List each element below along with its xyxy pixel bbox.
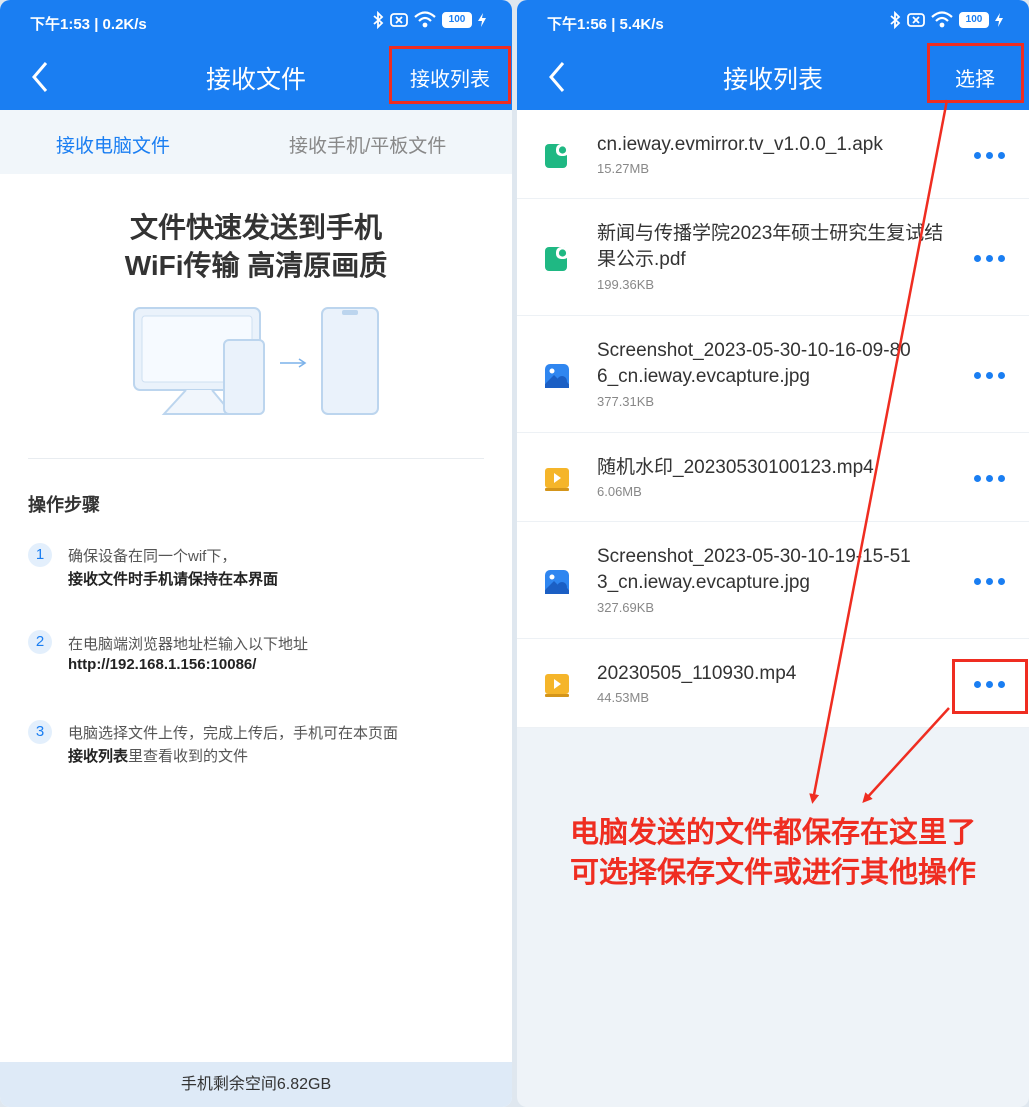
file-item[interactable]: Screenshot_2023-05-30-10-19-15-51 3_cn.ie…	[517, 522, 1029, 639]
file-item[interactable]: cn.ieway.evmirror.tv_v1.0.0_1.apk 15.27M…	[517, 110, 1029, 199]
status-icons: 100	[889, 11, 1003, 29]
file-size: 6.06MB	[597, 484, 642, 499]
nfc-icon	[907, 13, 925, 27]
file-list: cn.ieway.evmirror.tv_v1.0.0_1.apk 15.27M…	[517, 110, 1029, 728]
file-item[interactable]: 新闻与传播学院2023年硕士研究生复试结 果公示.pdf 199.36KB	[517, 199, 1029, 316]
highlight-box	[927, 43, 1024, 103]
step-number-3: 3	[28, 720, 52, 744]
image-file-icon	[545, 364, 569, 388]
step-3-suffix: 里查看收到的文件	[128, 748, 249, 765]
file-item[interactable]: 随机水印_20230530100123.mp4 6.06MB	[517, 433, 1029, 522]
server-address: http://192.168.1.156:10086/	[68, 656, 257, 673]
file-name: cn.ieway.evmirror.tv_v1.0.0_1.apk	[597, 134, 883, 155]
battery-icon: 100	[442, 12, 472, 28]
storage-footer: 手机剩余空间6.82GB	[0, 1062, 512, 1107]
tab-bar: 接收电脑文件 接收手机/平板文件	[0, 110, 512, 174]
status-icons: 100	[372, 11, 486, 29]
file-name: Screenshot_2023-05-30-10-19-15-51 3_cn.ie…	[597, 544, 972, 596]
tab-receive-computer-files[interactable]: 接收电脑文件	[56, 131, 170, 158]
file-name: 20230505_110930.mp4	[597, 663, 797, 684]
highlight-box	[389, 46, 511, 104]
step-3-line-2: 接收列表里查看收到的文件	[68, 745, 248, 766]
file-size: 44.53MB	[597, 690, 650, 705]
more-options-button[interactable]	[969, 147, 1009, 163]
file-name-line-2: 果公示.pdf	[597, 249, 686, 270]
annotation-line-2: 可选择保存文件或进行其他操作	[569, 857, 976, 889]
highlight-box	[952, 659, 1028, 714]
step-number-1: 1	[28, 543, 52, 567]
divider	[28, 458, 484, 459]
file-size: 15.27MB	[597, 161, 650, 176]
more-options-button[interactable]	[969, 573, 1009, 589]
charging-icon	[478, 13, 486, 27]
file-size: 327.69KB	[597, 600, 655, 615]
nfc-icon	[390, 13, 408, 27]
more-options-button[interactable]	[969, 367, 1009, 383]
image-file-icon	[545, 570, 569, 594]
file-name: 新闻与传播学院2023年硕士研究生复试结 果公示.pdf	[597, 221, 972, 273]
wifi-icon	[931, 11, 953, 28]
step-1-emphasis: 接收文件时手机请保持在本界面	[68, 571, 279, 588]
file-size: 377.31KB	[597, 394, 655, 409]
tab-receive-phone-tablet-files[interactable]: 接收手机/平板文件	[289, 131, 446, 158]
charging-icon	[995, 13, 1003, 27]
headline-line-2: WiFi传输 高清原画质	[124, 250, 388, 281]
transfer-illustration	[133, 307, 379, 415]
bluetooth-icon	[890, 11, 901, 29]
file-name-line-1: Screenshot_2023-05-30-10-16-09-80	[597, 340, 911, 361]
file-name-line-2: 6_cn.ieway.evcapture.jpg	[597, 366, 810, 387]
step-1-text: 确保设备在同一个wif下，	[68, 548, 237, 565]
video-file-icon	[545, 674, 569, 697]
steps-title: 操作步骤	[28, 495, 100, 515]
receive-list-screen: 下午1:56 | 5.4K/s 100 接收列表 选择 cn.ieway.evm…	[517, 0, 1029, 1107]
status-bar: 下午1:53 | 0.2K/s 100	[0, 0, 512, 44]
file-name: 随机水印_20230530100123.mp4	[597, 457, 874, 478]
battery-icon: 100	[959, 12, 989, 28]
file-name-line-1: 新闻与传播学院2023年硕士研究生复试结	[597, 223, 944, 244]
status-bar: 下午1:56 | 5.4K/s 100	[517, 0, 1029, 44]
receive-file-screen: 下午1:53 | 0.2K/s 100 接收文件 接收列表 接收电脑文件 接收手…	[0, 0, 512, 1107]
receive-list-link-text: 接收列表	[68, 748, 129, 765]
step-2-text: 在电脑端浏览器地址栏输入以下地址	[68, 636, 309, 653]
wifi-icon	[414, 11, 436, 28]
document-file-icon	[545, 247, 569, 271]
status-time: 下午1:56 | 5.4K/s	[547, 16, 664, 33]
more-options-button[interactable]	[969, 250, 1009, 266]
bluetooth-icon	[373, 11, 384, 29]
more-options-button[interactable]	[969, 470, 1009, 486]
headline-line-1: 文件快速发送到手机	[129, 212, 382, 243]
file-name-line-2: 3_cn.ieway.evcapture.jpg	[597, 572, 810, 593]
step-number-2: 2	[28, 630, 52, 654]
video-file-icon	[545, 468, 569, 491]
file-name-line-1: Screenshot_2023-05-30-10-19-15-51	[597, 546, 911, 567]
status-time: 下午1:53 | 0.2K/s	[30, 16, 147, 33]
file-size: 199.36KB	[597, 277, 655, 292]
apk-file-icon	[545, 144, 569, 168]
file-name: Screenshot_2023-05-30-10-16-09-80 6_cn.ie…	[597, 338, 972, 390]
file-item[interactable]: Screenshot_2023-05-30-10-16-09-80 6_cn.ie…	[517, 316, 1029, 433]
step-3-text: 电脑选择文件上传，完成上传后，手机可在本页面	[68, 725, 399, 742]
annotation-line-1: 电脑发送的文件都保存在这里了	[569, 817, 976, 849]
